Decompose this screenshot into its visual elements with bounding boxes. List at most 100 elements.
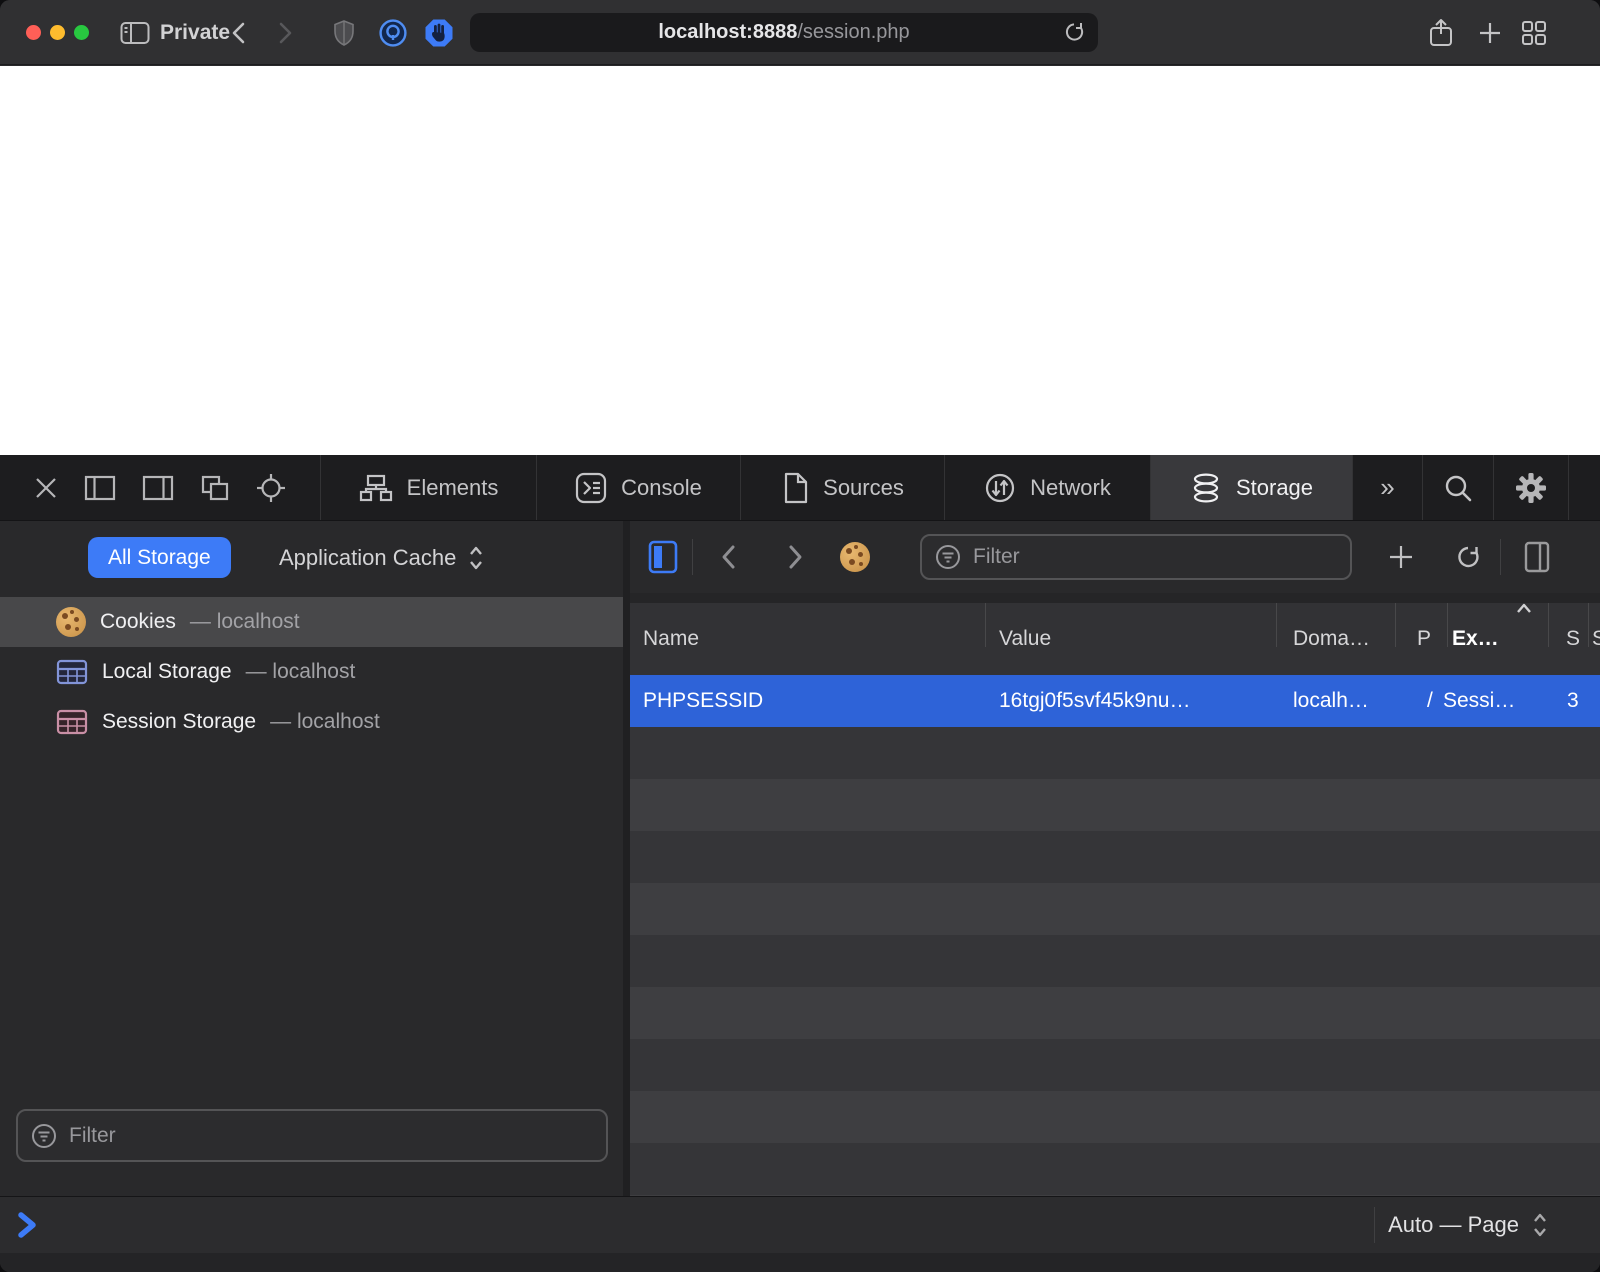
- column-header-domain[interactable]: Doma…: [1293, 603, 1370, 675]
- column-header-value[interactable]: Value: [999, 603, 1051, 675]
- storage-tree: Cookies — localhost Local Storage — loca…: [0, 597, 623, 747]
- page-selector-label[interactable]: Auto — Page: [1388, 1212, 1519, 1238]
- storage-sidebar: All Storage Application Cache Cookies — …: [0, 521, 623, 1196]
- toggle-sidebar-icon[interactable]: [648, 521, 678, 593]
- safari-window: Private localhost:8888/session.php: [0, 0, 1600, 1272]
- address-bar[interactable]: localhost:8888/session.php: [470, 13, 1098, 52]
- details-sidebar-toggle-icon[interactable]: [1524, 521, 1550, 593]
- onepassword-extension-button[interactable]: [378, 0, 408, 65]
- more-tabs-button[interactable]: »: [1352, 455, 1422, 520]
- tab-console-label: Console: [621, 475, 702, 501]
- cell-value: 16tgj0f5svf45k9nu…: [999, 675, 1190, 727]
- tab-elements[interactable]: Elements: [320, 455, 536, 520]
- minimize-window-button[interactable]: [50, 25, 65, 40]
- storage-panel: All Storage Application Cache Cookies — …: [0, 521, 1600, 1196]
- all-storage-label: All Storage: [108, 546, 211, 570]
- forward-button[interactable]: [276, 0, 294, 65]
- url-path: /session.php: [797, 21, 909, 44]
- history-back-button[interactable]: [720, 521, 738, 593]
- tab-sources[interactable]: Sources: [740, 455, 944, 520]
- column-header-secure[interactable]: S: [1566, 603, 1580, 675]
- column-header-name[interactable]: Name: [643, 603, 699, 675]
- share-button[interactable]: [1428, 0, 1454, 65]
- url-host: localhost:8888: [658, 21, 797, 44]
- undock-window-icon[interactable]: [200, 474, 230, 502]
- privacy-shield-icon: [332, 0, 356, 65]
- tab-storage[interactable]: Storage: [1150, 455, 1352, 520]
- column-divider[interactable]: [1548, 603, 1549, 647]
- cookie-row-phpsessid[interactable]: PHPSESSID 16tgj0f5svf45k9nu… localh… / S…: [630, 675, 1600, 727]
- sidebar-filter-field[interactable]: [16, 1109, 608, 1162]
- column-divider[interactable]: [1276, 603, 1277, 647]
- back-button[interactable]: [230, 0, 248, 65]
- column-header-expires[interactable]: Ex…: [1452, 603, 1499, 675]
- tab-console[interactable]: Console: [536, 455, 740, 520]
- column-divider[interactable]: [1395, 603, 1396, 647]
- toolbar-divider: [692, 539, 693, 575]
- settings-button[interactable]: [1493, 455, 1568, 520]
- statusbar-divider: [1374, 1207, 1375, 1243]
- all-storage-button[interactable]: All Storage: [88, 537, 231, 578]
- sidebar-toggle-icon[interactable]: [120, 21, 150, 45]
- filter-icon: [30, 1122, 58, 1150]
- tab-network[interactable]: Network: [944, 455, 1150, 520]
- new-tab-button[interactable]: [1478, 0, 1502, 65]
- content-blocker-extension-button[interactable]: [424, 0, 454, 65]
- network-icon: [984, 472, 1016, 504]
- cookie-icon: [840, 521, 870, 593]
- cookies-toolbar: [630, 521, 1600, 593]
- dock-side-left-icon[interactable]: [84, 475, 116, 501]
- tab-sources-label: Sources: [823, 475, 904, 501]
- close-window-button[interactable]: [26, 25, 41, 40]
- tabbar-filler: [1568, 455, 1600, 520]
- sidebar-filter-input[interactable]: [69, 1124, 594, 1148]
- column-divider[interactable]: [1588, 603, 1589, 647]
- dock-side-right-icon[interactable]: [142, 475, 174, 501]
- table-blue-icon: [56, 659, 88, 685]
- tab-elements-label: Elements: [407, 475, 499, 501]
- cell-path: /: [1427, 675, 1433, 727]
- sidebar-item-session-storage[interactable]: Session Storage — localhost: [0, 697, 623, 747]
- stepper-chevrons-icon[interactable]: [1532, 1212, 1548, 1238]
- split-divider[interactable]: [623, 521, 630, 1196]
- cookies-content-panel: Name Value Doma… P Ex… S S PHPSESSID 16t…: [630, 521, 1600, 1196]
- refresh-button[interactable]: [1454, 521, 1482, 593]
- close-inspector-icon[interactable]: [34, 476, 58, 500]
- add-cookie-button[interactable]: [1388, 521, 1414, 593]
- cookies-filter-field[interactable]: [920, 534, 1352, 580]
- more-tabs-glyph: »: [1380, 472, 1394, 503]
- column-divider[interactable]: [985, 603, 986, 647]
- reload-icon[interactable]: [1062, 20, 1086, 44]
- history-forward-button[interactable]: [786, 521, 804, 593]
- tab-network-label: Network: [1030, 475, 1111, 501]
- sidebar-item-label: Local Storage: [102, 660, 232, 684]
- table-pink-icon: [56, 709, 88, 735]
- sidebar-item-local-storage[interactable]: Local Storage — localhost: [0, 647, 623, 697]
- sources-icon: [781, 472, 809, 504]
- sidebar-item-host: — localhost: [190, 610, 300, 634]
- zoom-window-button[interactable]: [74, 25, 89, 40]
- tab-storage-label: Storage: [1236, 475, 1313, 501]
- cookies-filter-input[interactable]: [973, 545, 1338, 569]
- elements-icon: [359, 474, 393, 502]
- column-divider[interactable]: [1447, 603, 1448, 647]
- cell-domain: localh…: [1293, 675, 1369, 727]
- sort-ascending-icon[interactable]: [1516, 603, 1532, 614]
- private-badge: Private: [120, 0, 230, 65]
- cell-expires: Sessi…: [1443, 675, 1515, 727]
- element-picker-icon[interactable]: [256, 473, 286, 503]
- column-header-samesite[interactable]: S: [1592, 603, 1600, 675]
- devtools-toolbar-cluster: [0, 455, 320, 520]
- storage-type-dropdown-label: Application Cache: [279, 545, 456, 571]
- search-button[interactable]: [1422, 455, 1493, 520]
- sidebar-item-host: — localhost: [270, 710, 380, 734]
- sidebar-item-cookies[interactable]: Cookies — localhost: [0, 597, 623, 647]
- search-icon: [1443, 473, 1473, 503]
- tab-overview-button[interactable]: [1520, 0, 1548, 65]
- storage-type-dropdown[interactable]: Application Cache: [279, 537, 484, 578]
- column-header-path[interactable]: P: [1417, 603, 1431, 675]
- cell-size: 3: [1567, 675, 1579, 727]
- filter-icon: [934, 543, 962, 571]
- console-prompt-icon[interactable]: [16, 1211, 38, 1239]
- web-page-content: [0, 66, 1600, 455]
